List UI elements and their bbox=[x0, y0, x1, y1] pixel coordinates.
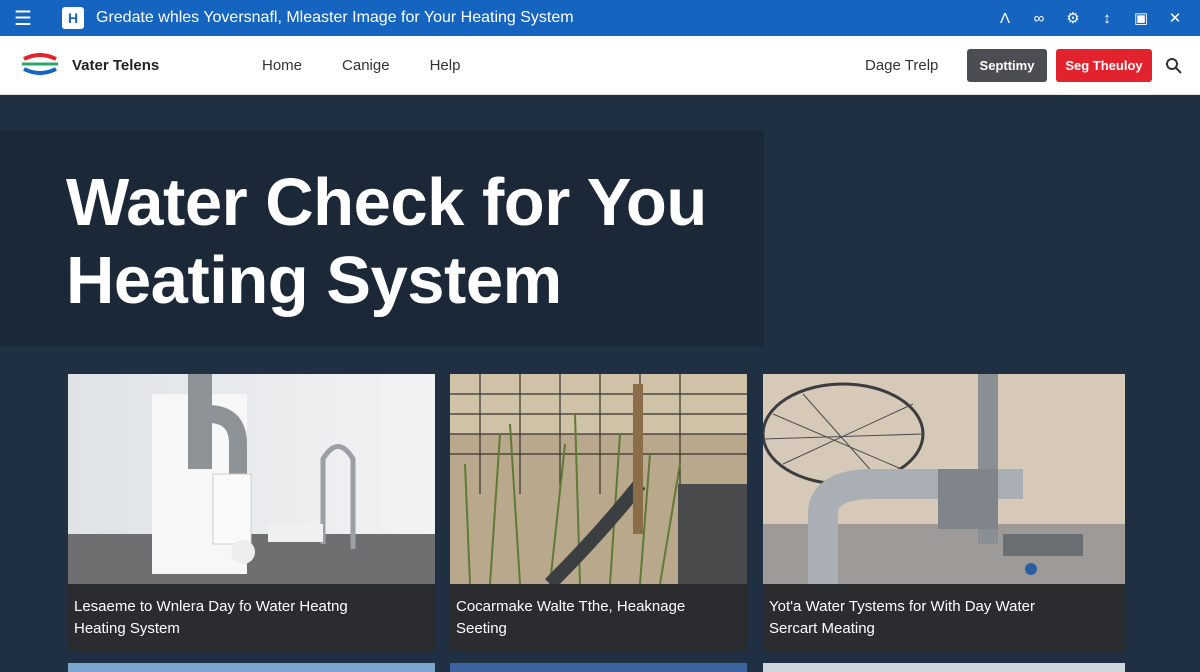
nav-link-help[interactable]: Help bbox=[430, 57, 461, 74]
hero-title: Water Check for You Heating System bbox=[66, 165, 707, 318]
brand-logo-icon[interactable] bbox=[20, 53, 60, 75]
settings-icon[interactable]: ⚙ bbox=[1066, 9, 1080, 27]
close-icon[interactable]: ✕ bbox=[1168, 9, 1182, 27]
window-title: Gredate whles Yoversnafl, Mleaster Image… bbox=[96, 9, 574, 26]
article-card[interactable]: Cocarmake Walte Tthe, Heaknage Seeting bbox=[450, 374, 747, 652]
water-heater-image bbox=[68, 374, 435, 584]
article-card[interactable]: Lesaeme to Wnlera Day fo Water Heatng He… bbox=[68, 374, 435, 652]
account-icon[interactable]: Λ bbox=[998, 10, 1012, 27]
grass-filter-image bbox=[450, 374, 747, 584]
next-card-preview[interactable] bbox=[763, 663, 1125, 672]
nav-link-dage-trelp[interactable]: Dage Trelp bbox=[865, 57, 938, 74]
nav-link-canige[interactable]: Canige bbox=[342, 57, 390, 74]
link-icon[interactable]: ∞ bbox=[1032, 10, 1046, 27]
next-card-preview[interactable] bbox=[68, 663, 435, 672]
pipe-basket-image bbox=[763, 374, 1125, 584]
image-icon[interactable]: ▣ bbox=[1134, 9, 1148, 27]
app-badge-icon: H bbox=[62, 7, 84, 29]
septtimy-button[interactable]: Septtimy bbox=[967, 49, 1047, 82]
article-card[interactable]: Yot'a Water Tystems for With Day Water S… bbox=[763, 374, 1125, 652]
nav-link-home[interactable]: Home bbox=[262, 57, 302, 74]
app-titlebar: ☰ H Gredate whles Yoversnafl, Mleaster I… bbox=[0, 0, 1200, 36]
hamburger-menu-icon[interactable]: ☰ bbox=[0, 0, 46, 36]
seg-theuloy-button[interactable]: Seg Theuloy bbox=[1056, 49, 1152, 82]
search-icon[interactable] bbox=[1165, 57, 1183, 75]
next-card-preview[interactable] bbox=[450, 663, 747, 672]
card-caption: Yot'a Water Tystems for With Day Water S… bbox=[769, 598, 1035, 637]
info-icon[interactable]: ↕ bbox=[1100, 10, 1114, 27]
brand-name[interactable]: Vater Telens bbox=[72, 57, 159, 74]
card-caption: Cocarmake Walte Tthe, Heaknage Seeting bbox=[456, 598, 686, 637]
site-navbar: Vater Telens Home Canige Help Dage Trelp… bbox=[0, 36, 1200, 95]
card-caption: Lesaeme to Wnlera Day fo Water Heatng He… bbox=[74, 598, 348, 637]
